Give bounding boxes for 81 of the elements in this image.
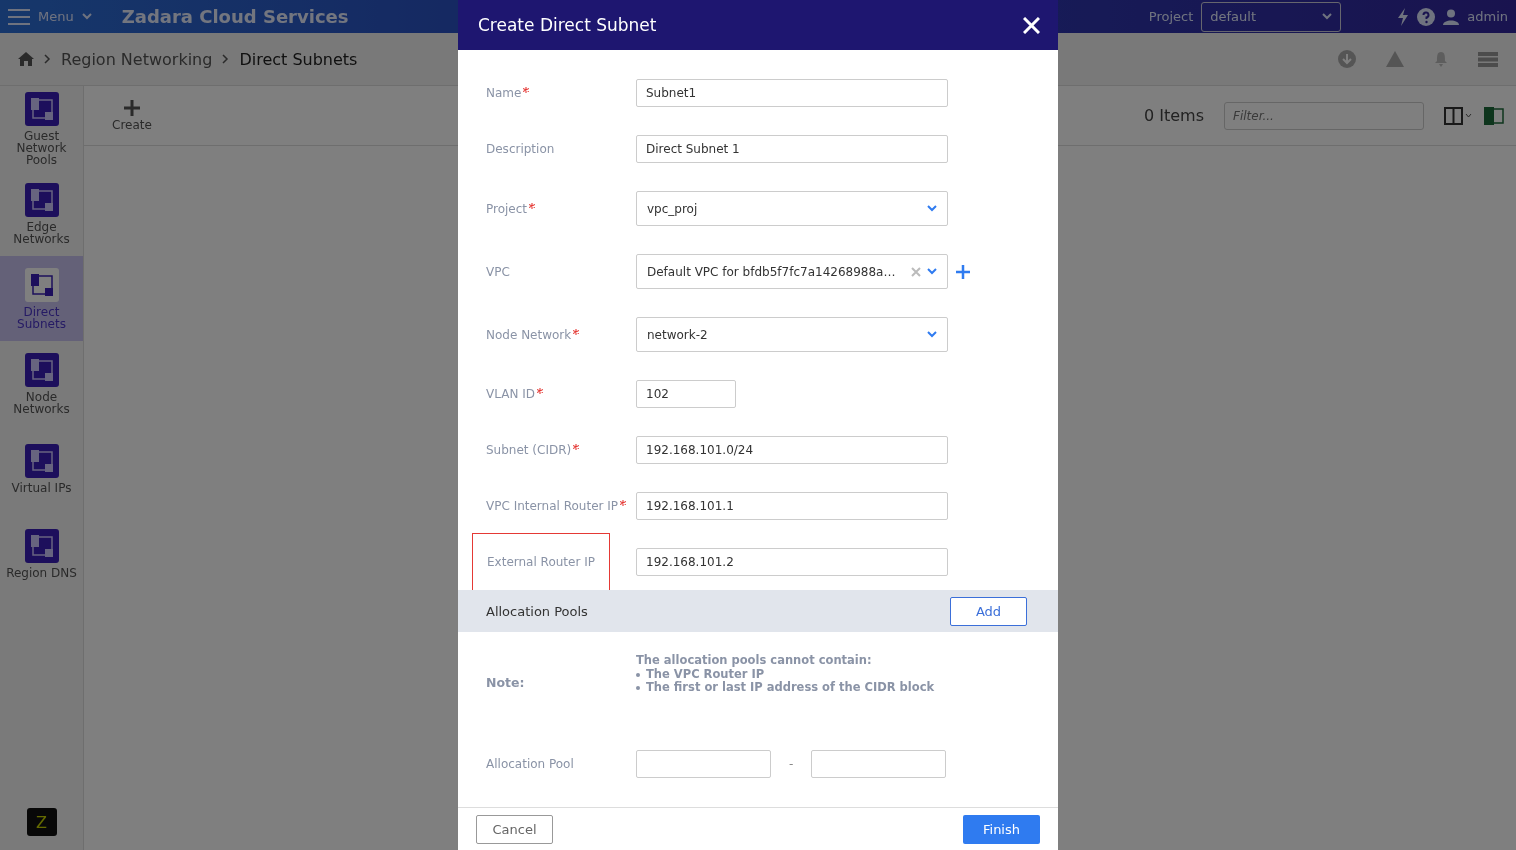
columns-icon[interactable] (1444, 106, 1472, 125)
menu-icon[interactable] (8, 8, 30, 25)
section-title: Allocation Pools (486, 603, 588, 619)
create-button[interactable]: Create (106, 98, 158, 133)
close-button[interactable] (1023, 16, 1040, 34)
network-icon (24, 182, 59, 217)
breadcrumb-link[interactable]: Direct Subnets (239, 49, 358, 69)
help-icon[interactable] (1417, 7, 1436, 26)
pool-end-field[interactable] (811, 749, 947, 778)
field-label: Allocation Pool (486, 756, 574, 771)
sidebar-item[interactable]: Virtual IPs (0, 426, 83, 511)
project-label: Project (1148, 9, 1194, 24)
dialog-title: Create Direct Subnet (478, 15, 657, 35)
field-label: Node Network (486, 327, 580, 342)
required-icon (573, 444, 580, 450)
field-label: Name (486, 86, 530, 100)
select-field[interactable]: Default VPC for bfdb5f7fc7a14268988a… (636, 254, 948, 289)
chevron-down-icon (927, 331, 937, 338)
network-icon (24, 528, 59, 563)
chevron-right-icon (222, 54, 230, 64)
note-label: Note: (486, 674, 526, 690)
sidebar-item[interactable]: Region DNS (0, 511, 83, 596)
chevron-right-icon (44, 54, 51, 64)
network-icon (24, 91, 59, 126)
user-icon[interactable] (1443, 8, 1460, 25)
field-label: Project (486, 201, 536, 216)
required-icon (523, 87, 530, 93)
field-label: VLAN ID (486, 387, 543, 401)
sidebar-item[interactable]: Node Networks (0, 341, 83, 426)
download-icon[interactable] (1338, 50, 1356, 68)
network-icon (24, 267, 59, 302)
close-icon (1023, 16, 1040, 34)
field-label: VPC (486, 264, 510, 279)
required-icon (620, 500, 627, 506)
field-label: Subnet (CIDR) (486, 443, 580, 457)
breadcrumb-link[interactable]: Region Networking (61, 49, 213, 69)
network-icon (24, 352, 59, 387)
finish-button[interactable]: Finish (963, 814, 1040, 844)
filter-field[interactable]: Filter... (1224, 101, 1424, 130)
chevron-down-icon (927, 205, 937, 212)
sidebar-item[interactable]: Guest Network Pools (0, 86, 83, 171)
pool-start-field[interactable] (636, 749, 771, 778)
home-icon[interactable] (18, 52, 34, 66)
field-label: VPC Internal Router IP (486, 499, 627, 513)
project-select[interactable]: default (1201, 1, 1342, 32)
text-field[interactable]: Direct Subnet 1 (636, 135, 948, 163)
required-icon (573, 328, 580, 335)
logo: Z (26, 808, 57, 836)
note-item: The VPC Router IP (646, 667, 765, 681)
server-icon[interactable] (1478, 51, 1498, 67)
add-button[interactable]: Add (950, 596, 1027, 626)
field-label: Description (486, 142, 555, 156)
bullet-icon (636, 686, 640, 691)
clear-icon[interactable] (911, 266, 921, 277)
text-field[interactable]: 192.168.101.1 (636, 492, 948, 520)
sidebar-item[interactable]: Edge Networks (0, 171, 83, 256)
menu-button[interactable]: Menu (38, 9, 74, 24)
bullet-icon (636, 672, 640, 677)
chevron-down-icon (1322, 13, 1333, 20)
text-field[interactable]: 192.168.101.0/24 (636, 436, 948, 464)
sidebar-item[interactable]: Direct Subnets (0, 256, 83, 341)
required-icon (529, 202, 536, 209)
text-field[interactable]: Subnet1 (636, 79, 948, 107)
user-name[interactable]: admin (1467, 9, 1508, 24)
text-field[interactable]: 102 (636, 380, 736, 408)
range-separator: - (789, 756, 794, 771)
cancel-button[interactable]: Cancel (476, 814, 553, 844)
plus-icon (123, 99, 140, 116)
lightning-icon[interactable] (1397, 7, 1410, 26)
chevron-down-icon (927, 268, 937, 275)
select-field[interactable]: vpc_proj (636, 191, 948, 226)
note-item: The first or last IP address of the CIDR block (646, 681, 935, 695)
chevron-down-icon (81, 13, 92, 20)
network-icon (24, 443, 59, 478)
item-count: 0 Items (1143, 106, 1204, 125)
note-text: The allocation pools cannot contain: (636, 654, 873, 668)
text-field[interactable]: 192.168.101.2 (636, 548, 948, 576)
select-field[interactable]: network-2 (636, 317, 948, 352)
plus-icon[interactable] (956, 264, 970, 279)
app-title: Zadara Cloud Services (121, 6, 349, 27)
required-icon (536, 388, 543, 394)
